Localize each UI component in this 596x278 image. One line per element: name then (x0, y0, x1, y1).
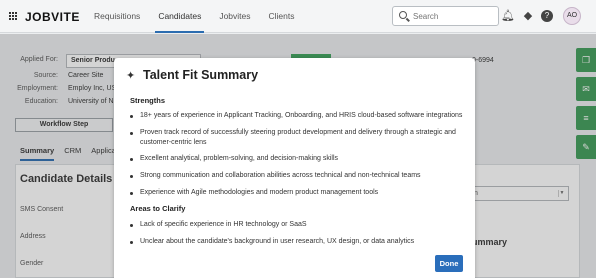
strengths-heading: Strengths (130, 96, 166, 105)
nav-jobvites[interactable]: Jobvites (210, 0, 259, 33)
list-item: 18+ years of experience in Applicant Tra… (130, 111, 466, 121)
search-input[interactable] (413, 10, 495, 22)
list-item: Strong communication and collaboration a… (130, 171, 466, 181)
help-icon[interactable]: ? (541, 10, 553, 22)
nav-candidates[interactable]: Candidates (149, 0, 210, 33)
app-grid-icon[interactable] (9, 12, 18, 21)
list-item: Lack of specific experience in HR techno… (130, 220, 466, 230)
top-nav-bar: JOBVITE Requisitions Candidates Jobvites… (0, 0, 596, 33)
jobvite-logo[interactable]: JOBVITE (25, 10, 80, 24)
search-box[interactable] (392, 6, 499, 26)
main-nav: Requisitions Candidates Jobvites Clients (85, 0, 304, 33)
talent-fit-summary-modal: ✦ Talent Fit Summary Strengths 18+ years… (114, 58, 475, 278)
list-item: Unclear about the candidate's background… (130, 237, 466, 247)
graduation-cap-icon[interactable]: ◆ (521, 9, 535, 23)
bell-icon[interactable]: 🔔︎ (501, 9, 515, 23)
list-item: Experience with Agile methodologies and … (130, 188, 466, 198)
list-item: Proven track record of successfully stee… (130, 128, 466, 148)
clarify-heading: Areas to Clarify (130, 204, 186, 213)
search-icon (399, 11, 407, 19)
list-item: Excellent analytical, problem-solving, a… (130, 154, 466, 164)
avatar[interactable]: AO (563, 7, 581, 25)
done-button[interactable]: Done (435, 255, 463, 272)
nav-requisitions[interactable]: Requisitions (85, 0, 149, 33)
modal-title: Talent Fit Summary (143, 68, 259, 82)
sparkle-icon: ✦ (126, 70, 136, 82)
nav-clients[interactable]: Clients (260, 0, 304, 33)
